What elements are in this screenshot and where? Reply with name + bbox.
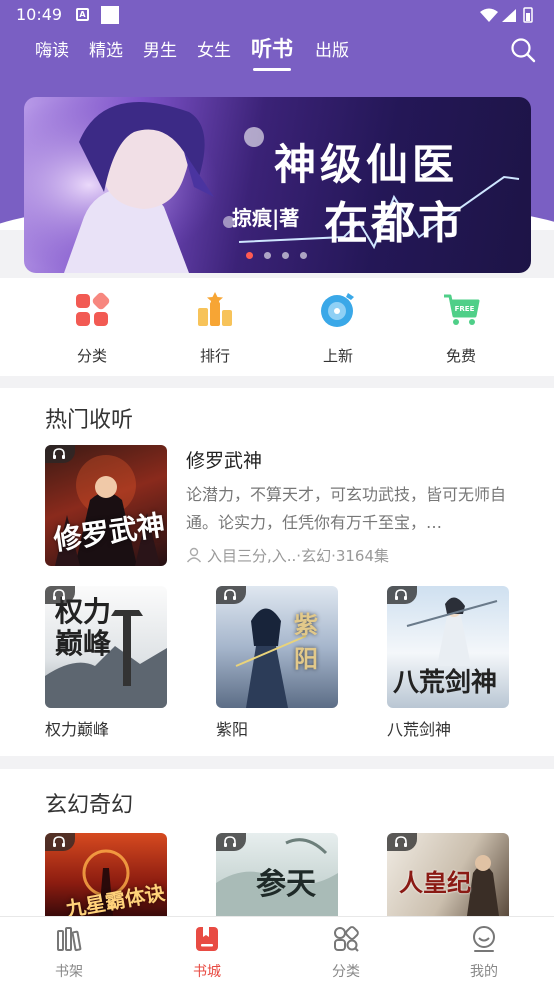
status-right-icons <box>480 7 533 23</box>
banner-title-line1: 神级仙医 <box>274 140 459 189</box>
nav-label: 书架 <box>55 964 83 980</box>
quick-link-category[interactable]: 分类 <box>52 290 132 366</box>
banner-dot[interactable] <box>300 252 307 259</box>
banner-dot[interactable] <box>264 252 271 259</box>
section-title: 热门收听 <box>45 408 134 433</box>
category-grid-icon <box>334 926 359 952</box>
signal-icon <box>502 9 516 22</box>
promo-banner[interactable]: 神级仙医 掠痕|著 在都市 <box>24 97 531 273</box>
headphones-icon <box>53 836 65 847</box>
quick-link-label: 上新 <box>322 347 353 365</box>
book-title[interactable]: 紫阳 <box>216 716 248 740</box>
free-cart-icon: FREE <box>444 294 480 325</box>
banner-title-line2: 在都市 <box>324 198 465 249</box>
quick-link-label: 免费 <box>445 347 476 365</box>
bottom-navigation: 书架 书城 分类 我的 <box>0 916 554 984</box>
wifi-icon <box>480 8 498 22</box>
svg-text:FREE: FREE <box>455 305 475 313</box>
headphones-icon <box>224 836 236 847</box>
book-cover[interactable]: 紫阳 <box>216 586 338 708</box>
audio-badge <box>45 586 75 604</box>
nav-bookstore[interactable]: 书城 <box>172 925 242 981</box>
nav-category[interactable]: 分类 <box>311 925 381 981</box>
profile-icon <box>473 926 495 952</box>
cover-title-text: 权力巅峰 <box>55 595 112 660</box>
search-icon[interactable] <box>510 37 536 63</box>
tab-featured[interactable]: 精选 <box>89 36 123 61</box>
audio-badge <box>387 833 417 851</box>
audio-badge <box>216 833 246 851</box>
bookstore-icon <box>196 927 218 951</box>
cover-title-text: 八荒剑神 <box>393 668 498 698</box>
cover-title-text: 参天 <box>256 867 316 902</box>
tab-male[interactable]: 男生 <box>143 36 177 61</box>
notification-a-icon: A <box>76 8 89 21</box>
featured-book-title[interactable]: 修罗武神 <box>186 446 262 473</box>
nav-profile[interactable]: 我的 <box>449 925 519 981</box>
ranking-icon <box>198 292 232 326</box>
audio-badge <box>45 833 75 851</box>
headphones-icon <box>395 836 407 847</box>
book-cover[interactable]: 人皇纪 <box>387 833 509 916</box>
headphones-icon <box>395 589 407 600</box>
featured-book-description: 论潜力，不算天才，可玄功武技，皆可无师自通。论实力，任凭你有万千至宝，… <box>186 485 507 532</box>
cover-title-text: 人皇纪 <box>399 868 471 897</box>
book-title[interactable]: 权力巅峰 <box>45 716 109 740</box>
cover-title-text: 紫阳 <box>294 610 318 673</box>
headphones-icon <box>53 448 65 459</box>
book-cover[interactable]: 参天 <box>216 833 338 916</box>
nav-label: 我的 <box>470 964 498 980</box>
audio-badge <box>45 445 75 463</box>
quick-link-new[interactable]: 上新 <box>298 290 378 366</box>
status-bar: 10:49 A <box>0 0 554 30</box>
headphones-icon <box>53 589 65 600</box>
section-title: 玄幻奇幻 <box>45 793 134 818</box>
audio-badge <box>387 586 417 604</box>
featured-book-meta: 入目三分,入..·玄幻·3164集 <box>186 545 389 566</box>
headphones-icon <box>224 589 236 600</box>
narrator-icon <box>186 547 202 563</box>
quick-link-free[interactable]: FREE 免费 <box>421 290 501 366</box>
book-cover[interactable]: 八荒剑神 <box>387 586 509 708</box>
banner-dot[interactable] <box>282 252 289 259</box>
new-release-icon <box>321 293 354 327</box>
nav-bookshelf[interactable]: 书架 <box>34 925 104 981</box>
banner-dot[interactable] <box>246 252 253 259</box>
audio-badge <box>216 586 246 604</box>
quick-links: 分类 排行 上新 FREE 免费 <box>0 278 554 376</box>
book-cover[interactable]: 权力巅峰 <box>45 586 167 708</box>
featured-book-meta-text: 入目三分,入..·玄幻·3164集 <box>207 547 390 565</box>
tab-publish[interactable]: 出版 <box>315 36 349 61</box>
status-time: 10:49 <box>16 5 63 24</box>
tab-audiobook[interactable]: 听书 <box>251 33 293 71</box>
tab-female[interactable]: 女生 <box>197 36 231 61</box>
banner-author: 掠痕|著 <box>232 206 300 230</box>
quick-link-ranking[interactable]: 排行 <box>175 290 255 366</box>
quick-link-label: 分类 <box>76 347 107 365</box>
book-cover[interactable]: 九星霸体诀 <box>45 833 167 916</box>
quick-link-label: 排行 <box>199 347 230 365</box>
bookshelf-icon <box>57 927 82 952</box>
book-title[interactable]: 八荒剑神 <box>387 716 451 740</box>
nav-label: 书城 <box>193 964 221 980</box>
notification-square-icon <box>101 6 119 24</box>
nav-label: 分类 <box>332 964 360 980</box>
featured-book-cover[interactable]: 修罗武神 <box>45 445 167 566</box>
tab-haidu[interactable]: 嗨读 <box>35 36 69 61</box>
category-icon <box>76 292 110 326</box>
